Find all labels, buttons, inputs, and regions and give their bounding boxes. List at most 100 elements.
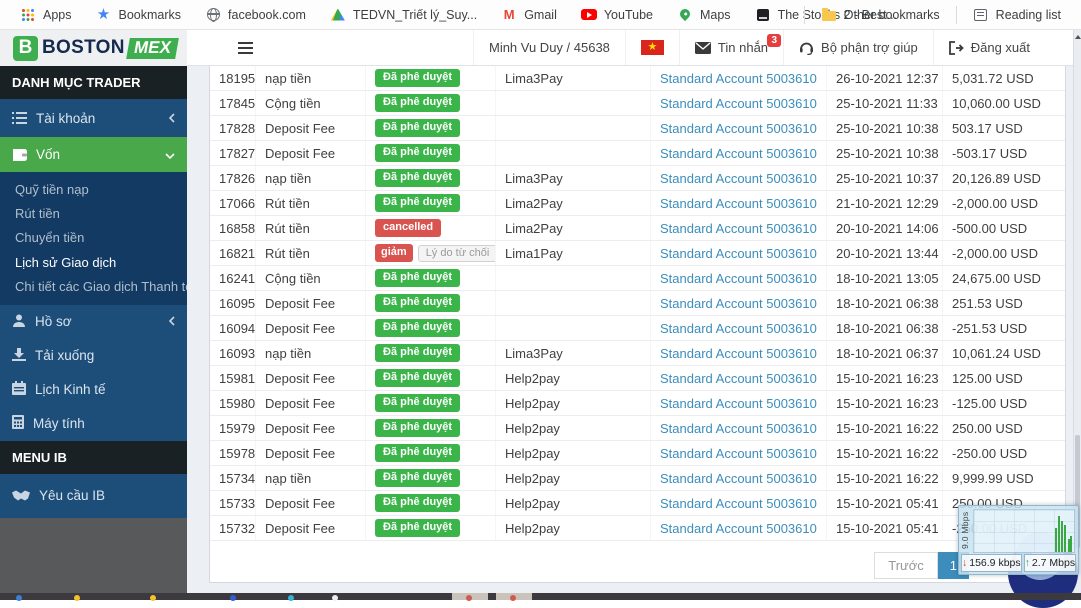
- headset-icon: [799, 41, 814, 55]
- status-badge: Đã phê duyệt: [375, 419, 460, 437]
- taskbar-icon[interactable]: [332, 595, 338, 601]
- account-link[interactable]: Standard Account 5003610: [660, 521, 817, 536]
- stocks-icon: [755, 7, 771, 23]
- status-badge: Đã phê duyệt: [375, 319, 460, 337]
- account-link[interactable]: Standard Account 5003610: [660, 196, 817, 211]
- submenu-item[interactable]: Quỹ tiền nạp: [0, 177, 187, 201]
- cell-amount: 24,675.00 USD: [943, 266, 1065, 290]
- account-link[interactable]: Standard Account 5003610: [660, 121, 817, 136]
- bookmark-globe[interactable]: facebook.com: [195, 4, 316, 26]
- brand-boston-text: BOSTON: [42, 37, 125, 59]
- account-link[interactable]: Standard Account 5003610: [660, 421, 817, 436]
- bookmark-gmail[interactable]: MGmail: [491, 4, 567, 26]
- cell-status: giảmLý do từ chối: [366, 241, 496, 265]
- brand-logo[interactable]: B BOSTON MEX: [0, 30, 187, 66]
- account-link[interactable]: Standard Account 5003610: [660, 146, 817, 161]
- traffic-bar: [1064, 525, 1066, 552]
- network-stats: ↓ 156.9 kbps ↑ 2.7 Mbps: [961, 554, 1076, 572]
- cell-account: Standard Account 5003610: [651, 66, 827, 90]
- cell-id: 16094: [210, 316, 256, 340]
- messages-button[interactable]: Tin nhắn 3: [679, 30, 783, 65]
- sidebar-item-calendar[interactable]: Lịch Kinh tế: [0, 373, 187, 407]
- table-row: 16241Cộng tiềnĐã phê duyệtStandard Accou…: [210, 266, 1065, 291]
- bookmark-maps[interactable]: Maps: [667, 4, 741, 26]
- status-badge: Đã phê duyệt: [375, 294, 460, 312]
- cell-id: 16241: [210, 266, 256, 290]
- account-link[interactable]: Standard Account 5003610: [660, 346, 817, 361]
- submenu-item[interactable]: Lịch sử Giao dịch: [0, 250, 187, 274]
- account-link[interactable]: Standard Account 5003610: [660, 446, 817, 461]
- cell-method: [496, 266, 651, 290]
- sidebar-item-capital[interactable]: Vốn: [0, 137, 187, 172]
- sidebar-item-label: Yêu cầu IB: [39, 488, 105, 503]
- sidebar-item-download[interactable]: Tải xuống: [0, 339, 187, 373]
- account-link[interactable]: Standard Account 5003610: [660, 246, 817, 261]
- cell-account: Standard Account 5003610: [651, 266, 827, 290]
- cell-status: Đã phê duyệt: [366, 266, 496, 290]
- help-desk-button[interactable]: Bộ phận trợ giúp: [783, 30, 933, 65]
- cell-date: 20-10-2021 13:44: [827, 241, 943, 265]
- account-link[interactable]: Standard Account 5003610: [660, 96, 817, 111]
- reading-list-button[interactable]: Reading list: [963, 4, 1071, 26]
- scrollbar-up-arrow-icon[interactable]: [1075, 35, 1081, 39]
- user-menu[interactable]: Minh Vu Duy / 45638: [473, 30, 625, 65]
- taskbar-icon[interactable]: [230, 595, 236, 601]
- taskbar-icon[interactable]: [16, 595, 22, 601]
- sidebar-toggle-button[interactable]: [228, 30, 262, 65]
- taskbar[interactable]: [0, 593, 1081, 600]
- cell-method: Lima3Pay: [496, 66, 651, 90]
- cell-type: Deposit Fee: [256, 491, 366, 515]
- cell-amount: -500.00 USD: [943, 216, 1065, 240]
- account-link[interactable]: Standard Account 5003610: [660, 396, 817, 411]
- submenu-item[interactable]: Rút tiền: [0, 201, 187, 225]
- account-link[interactable]: Standard Account 5003610: [660, 321, 817, 336]
- cell-account: Standard Account 5003610: [651, 116, 827, 140]
- cell-method: Lima2Pay: [496, 191, 651, 215]
- account-link[interactable]: Standard Account 5003610: [660, 171, 817, 186]
- taskbar-icon[interactable]: [288, 595, 294, 601]
- network-monitor-widget[interactable]: 9.0 Mbps ↓ 156.9 kbps ↑ 2.7 Mbps: [958, 505, 1079, 575]
- table-row: 17845Cộng tiềnĐã phê duyệtStandard Accou…: [210, 91, 1065, 116]
- account-link[interactable]: Standard Account 5003610: [660, 71, 817, 86]
- sidebar-item-ib-request[interactable]: Yêu cầu IB: [0, 474, 187, 518]
- submenu-item[interactable]: Chi tiết các Giao dịch Thanh toán: [0, 275, 187, 299]
- table-row: 16858Rút tiềncancelledLima2PayStandard A…: [210, 216, 1065, 241]
- cell-method: [496, 141, 651, 165]
- account-link[interactable]: Standard Account 5003610: [660, 371, 817, 386]
- bookmark-apps[interactable]: Apps: [10, 4, 82, 26]
- network-traffic-graph: [973, 509, 1075, 553]
- cell-account: Standard Account 5003610: [651, 391, 827, 415]
- sidebar-item-calculator[interactable]: Máy tính: [0, 407, 187, 441]
- pagination-prev-button[interactable]: Trước: [874, 552, 938, 579]
- taskbar-icon[interactable]: [74, 595, 80, 601]
- rejection-reason-button[interactable]: Lý do từ chối: [418, 245, 496, 262]
- language-selector[interactable]: ★: [625, 30, 679, 65]
- cell-status: Đã phê duyệt: [366, 166, 496, 190]
- gmail-icon: M: [501, 7, 517, 23]
- cell-amount: 9,999.99 USD: [943, 466, 1065, 490]
- logout-button[interactable]: Đăng xuất: [933, 30, 1045, 65]
- sidebar-item-accounts[interactable]: Tài khoản: [0, 99, 187, 137]
- other-bookmarks-button[interactable]: Other bookmarks: [811, 4, 950, 26]
- table-row: 16093nạp tiềnĐã phê duyệtLima3PayStandar…: [210, 341, 1065, 366]
- hamburger-icon: [238, 47, 253, 49]
- taskbar-icon[interactable]: [510, 595, 516, 601]
- account-link[interactable]: Standard Account 5003610: [660, 296, 817, 311]
- taskbar-icon[interactable]: [150, 595, 156, 601]
- account-link[interactable]: Standard Account 5003610: [660, 471, 817, 486]
- bookmark-drive[interactable]: TEDVN_Triết lý_Suy...: [320, 4, 487, 26]
- sidebar-item-user[interactable]: Hồ sơ: [0, 305, 187, 339]
- cell-method: Lima3Pay: [496, 166, 651, 190]
- bookmark-star[interactable]: ★Bookmarks: [86, 4, 192, 26]
- taskbar-icon[interactable]: [466, 595, 472, 601]
- sidebar-section-trader: DANH MỤC TRADER: [0, 66, 187, 99]
- bookmark-label: Maps: [700, 8, 731, 22]
- table-row: 17826nạp tiềnĐã phê duyệtLima3PayStandar…: [210, 166, 1065, 191]
- bookmark-youtube[interactable]: YouTube: [571, 4, 663, 26]
- cell-method: [496, 91, 651, 115]
- submenu-item[interactable]: Chuyển tiền: [0, 226, 187, 250]
- cell-amount: -250.00 USD: [943, 441, 1065, 465]
- account-link[interactable]: Standard Account 5003610: [660, 496, 817, 511]
- account-link[interactable]: Standard Account 5003610: [660, 221, 817, 236]
- account-link[interactable]: Standard Account 5003610: [660, 271, 817, 286]
